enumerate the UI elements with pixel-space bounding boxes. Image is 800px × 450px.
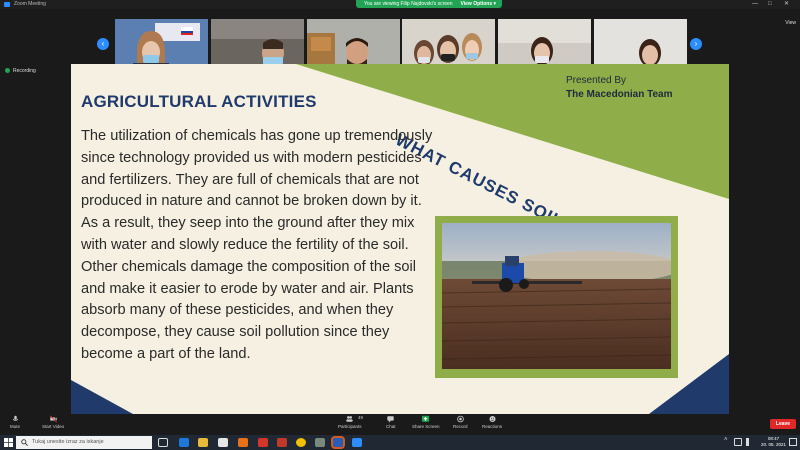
maximize-button[interactable]: □ xyxy=(768,0,772,9)
app-icon[interactable] xyxy=(315,438,325,447)
presenter-block: Presented By The Macedonian Team xyxy=(566,74,673,102)
presented-by-label: Presented By xyxy=(566,75,627,86)
windows-start-icon[interactable] xyxy=(4,438,13,447)
participants-icon xyxy=(346,416,353,422)
app-icon[interactable] xyxy=(277,438,287,447)
zoom-logo-icon xyxy=(4,2,10,7)
leave-button[interactable]: Leave xyxy=(770,419,796,429)
reactions-button[interactable]: Reactions xyxy=(482,415,502,430)
recording-icon xyxy=(5,68,10,74)
minimize-button[interactable]: — xyxy=(752,0,758,9)
participants-count: 49 xyxy=(358,415,364,420)
notification-icon[interactable] xyxy=(789,438,797,446)
start-video-label: Start Video xyxy=(42,424,65,429)
view-button[interactable]: View xyxy=(785,20,796,26)
task-view-icon[interactable] xyxy=(158,438,168,447)
share-banner-text: You are viewing Filip Najdovski's screen xyxy=(364,1,453,7)
slide-body-text: The utilization of chemicals has gone up… xyxy=(81,128,433,362)
search-icon xyxy=(21,439,28,446)
participants-button[interactable]: Participants 49 xyxy=(338,415,364,430)
chrome-icon[interactable] xyxy=(296,438,306,447)
chat-button[interactable]: Chat xyxy=(386,415,396,430)
store-icon[interactable] xyxy=(218,438,228,447)
participant-strip: ‹ Ivana SILOVIC (Ko... xyxy=(0,9,800,73)
acrobat-icon[interactable] xyxy=(258,438,268,447)
vlc-icon[interactable] xyxy=(238,438,248,447)
prev-page-icon[interactable]: ‹ xyxy=(97,38,109,50)
photo-frame xyxy=(435,216,678,378)
search-placeholder: Tukaj unesite izraz za iskanje xyxy=(32,439,104,445)
video-camera-icon xyxy=(49,415,57,423)
windows-taskbar: Tukaj unesite izraz za iskanje ˄ 08:47 2… xyxy=(0,435,800,450)
share-screen-icon xyxy=(422,415,430,422)
slide-title: AGRICULTURAL ACTIVITIES xyxy=(81,92,317,111)
chat-icon xyxy=(387,416,394,423)
reactions-label: Reactions xyxy=(482,424,503,429)
taskbar-search-input[interactable]: Tukaj unesite izraz za iskanje xyxy=(16,436,152,449)
recording-indicator: Recording xyxy=(5,68,36,74)
window-title: Zoom Meeting xyxy=(14,1,46,7)
screen-share-banner: You are viewing Filip Najdovski's screen… xyxy=(356,0,502,8)
team-name: The Macedonian Team xyxy=(566,89,673,100)
mute-button[interactable]: Mute xyxy=(10,415,20,430)
share-screen-button[interactable]: Share Screen xyxy=(412,415,440,430)
start-video-button[interactable]: Start Video xyxy=(42,415,64,430)
reactions-icon xyxy=(488,415,496,423)
recording-label: Recording xyxy=(13,68,36,74)
close-button[interactable]: ✕ xyxy=(784,0,789,9)
participants-label: Participants xyxy=(338,424,362,429)
tray-chevron-icon[interactable]: ˄ xyxy=(724,437,728,443)
volume-icon[interactable] xyxy=(746,438,753,446)
next-page-icon[interactable]: › xyxy=(690,38,702,50)
meeting-toolbar: Mute Start Video Participants 49 Chat Sh… xyxy=(0,414,800,435)
zoom-taskbar-icon[interactable] xyxy=(352,438,362,447)
microphone-icon xyxy=(12,415,18,421)
title-bar: Zoom Meeting You are viewing Filip Najdo… xyxy=(0,0,800,9)
record-button[interactable]: Record xyxy=(453,415,468,430)
edge-icon[interactable] xyxy=(179,438,189,447)
zoom-window: Zoom Meeting You are viewing Filip Najdo… xyxy=(0,0,800,450)
file-explorer-icon[interactable] xyxy=(198,438,208,447)
clock-date: 20. 05. 2021 xyxy=(760,442,786,447)
view-options-button[interactable]: View Options ▾ xyxy=(461,0,496,8)
taskbar-clock[interactable]: 08:47 20. 05. 2021 xyxy=(761,436,786,448)
record-icon xyxy=(456,415,464,423)
tractor-photo xyxy=(442,223,671,369)
chat-label: Chat xyxy=(386,424,396,429)
mute-label: Mute xyxy=(10,424,21,429)
network-icon[interactable] xyxy=(734,438,742,446)
shared-slide: Presented By The Macedonian Team WHAT CA… xyxy=(71,64,729,414)
share-screen-label: Share Screen xyxy=(412,424,440,429)
word-icon[interactable] xyxy=(331,436,345,449)
record-label: Record xyxy=(453,424,468,429)
